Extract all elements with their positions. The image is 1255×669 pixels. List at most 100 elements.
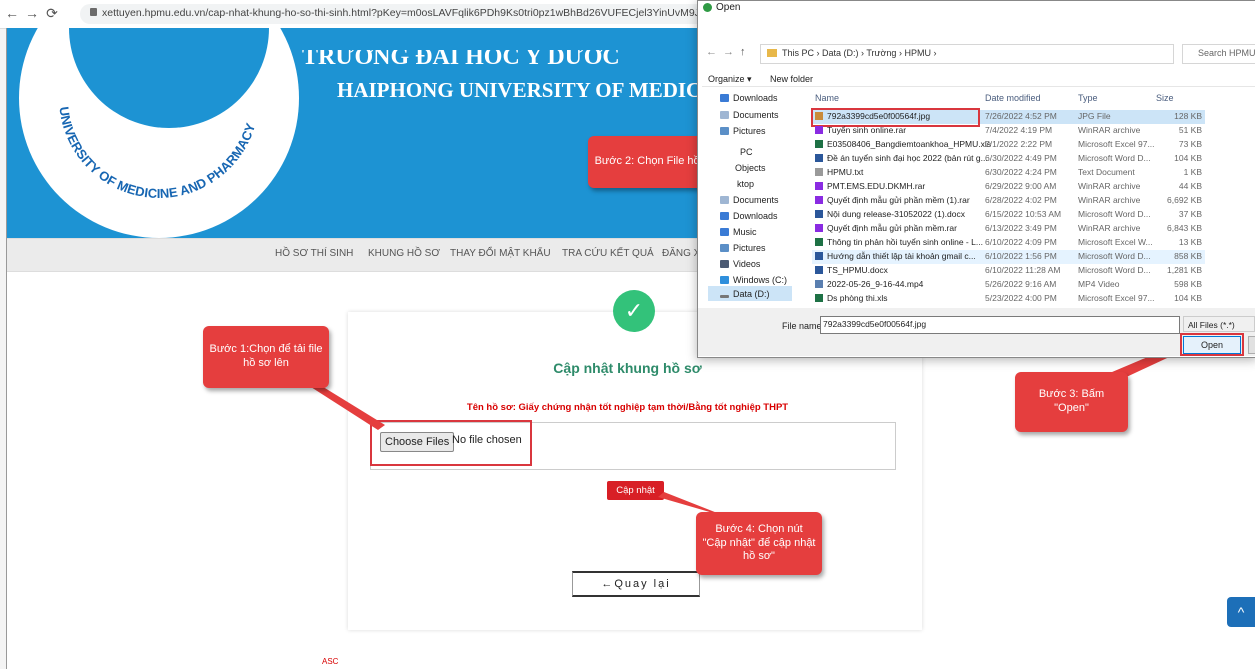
dialog-address-text: This PC › Data (D:) › Trường › HPMU › [782,48,937,58]
file-date: 6/10/2022 11:28 AM [985,265,1061,275]
sidebar-desktop[interactable]: ktop [737,179,754,189]
file-type-icon [815,112,823,120]
file-date: 6/10/2022 1:56 PM [985,251,1057,261]
dialog-title: Open [716,2,741,13]
sidebar-downloads[interactable]: Downloads [720,93,778,103]
file-date: 7/26/2022 4:52 PM [985,111,1057,121]
file-name: Hướng dẫn thiết lập tài khoản gmail c... [815,251,976,261]
file-row[interactable]: TS_HPMU.docx 6/10/2022 11:28 AM Microsoft … [812,264,1204,277]
file-row[interactable]: HPMU.txt 6/30/2022 4:24 PM Text Document 1 … [812,166,1204,179]
file-type: Text Document [1078,167,1135,177]
file-name: TS_HPMU.docx [815,265,888,275]
file-date: 6/30/2022 4:49 PM [985,153,1057,163]
file-type-select[interactable]: All Files (*.*) [1183,316,1255,332]
file-name: Đề án tuyển sinh đại học 2022 (bản rút g… [815,153,988,163]
picture-icon [720,127,729,135]
chrome-icon [703,3,712,12]
file-type: WinRAR archive [1078,125,1141,135]
dialog-divider [702,86,1255,87]
file-name-text: Ds phòng thi.xls [827,293,888,303]
sidebar-music[interactable]: Music [720,227,757,237]
sidebar-3d-objects[interactable]: Objects [735,163,766,173]
file-name-text: 2022-05-26_9-16-44.mp4 [827,279,924,289]
file-type-icon [815,294,823,302]
drive-icon [720,276,729,284]
file-date: 6/30/2022 4:24 PM [985,167,1057,177]
sidebar-documents-2[interactable]: Documents [720,195,779,205]
new-folder-button[interactable]: New folder [770,74,813,84]
file-row[interactable]: Nội dung release-31052022 (1).docx 6/15/2… [812,208,1204,221]
sidebar-data-d[interactable]: Data (D:) [720,289,770,299]
column-size[interactable]: Size [1156,93,1174,103]
file-row[interactable]: Quyết định mẫu gửi phần mềm.rar 6/13/2022… [812,222,1204,235]
file-name: Quyết định mẫu gửi phần mềm.rar [815,223,957,233]
file-size: 6,843 KB [1167,223,1202,233]
file-size: 37 KB [1178,209,1202,219]
file-size: 104 KB [1174,293,1202,303]
file-size: 44 KB [1178,181,1202,191]
sidebar-windows-c[interactable]: Windows (C:) [720,275,787,285]
file-name-value: 792a3399cd5e0f00564f.jpg [823,319,927,329]
sidebar-label: Downloads [733,211,778,221]
sidebar-documents[interactable]: Documents [720,110,779,120]
download-icon [720,212,729,220]
file-date: 5/23/2022 4:00 PM [985,293,1057,303]
file-row[interactable]: Quyết định mẫu gửi phần mềm (1).rar 6/28/… [812,194,1204,207]
file-type: Microsoft Excel 97... [1078,293,1155,303]
file-type: WinRAR archive [1078,223,1141,233]
sidebar-label: Music [733,227,757,237]
file-date: 7/1/2022 2:22 PM [985,139,1053,149]
file-row[interactable]: Tuyển sinh online.rar 7/4/2022 4:19 PM Win… [812,124,1204,137]
sidebar-this-pc[interactable]: PC [740,147,753,157]
file-row[interactable]: Đề án tuyển sinh đại học 2022 (bản rút g… [812,152,1204,165]
file-type-icon [815,252,823,260]
column-date[interactable]: Date modified [985,93,1041,103]
file-row[interactable]: E03508406_Bangdiemtoankhoa_HPMU.xls 7/1/2… [812,138,1204,151]
file-name: PMT.EMS.EDU.DKMH.rar [815,181,925,191]
file-type-icon [815,126,823,134]
file-name-text: HPMU.txt [827,167,864,177]
dialog-back-icon[interactable]: ← [706,46,717,58]
column-type[interactable]: Type [1078,93,1098,103]
dialog-forward-icon[interactable]: → [723,46,734,58]
sidebar-videos[interactable]: Videos [720,259,760,269]
file-row[interactable]: 792a3399cd5e0f00564f.jpg 7/26/2022 4:52 P… [812,110,1204,123]
file-size: 1,281 KB [1167,265,1202,275]
callout-step3: Bước 3: Bấm "Open" [1015,372,1128,432]
file-type: MP4 Video [1078,279,1120,289]
file-size: 73 KB [1178,139,1202,149]
file-row[interactable]: 2022-05-26_9-16-44.mp4 5/26/2022 9:16 AM M… [812,278,1204,291]
file-date: 6/10/2022 4:09 PM [985,237,1057,247]
document-icon [720,111,729,119]
file-row[interactable]: Hướng dẫn thiết lập tài khoản gmail c...… [812,250,1204,263]
file-name-text: Đề án tuyển sinh đại học 2022 (bản rút g… [827,153,988,163]
file-size: 13 KB [1178,237,1202,247]
file-type-icon [815,224,823,232]
file-row[interactable]: PMT.EMS.EDU.DKMH.rar 6/29/2022 9:00 AM Win… [812,180,1204,193]
file-type: Microsoft Word D... [1078,265,1151,275]
callout-step1: Bước 1:Chọn để tải file hồ sơ lên [203,326,329,388]
sidebar-pictures[interactable]: Pictures [720,126,766,136]
column-name[interactable]: Name [815,93,839,103]
file-type-icon [815,210,823,218]
drive-icon [720,295,729,298]
dialog-up-icon[interactable]: ↑ [740,46,746,58]
file-type: Microsoft Word D... [1078,251,1151,261]
sidebar-label: Pictures [733,243,766,253]
file-date: 6/28/2022 4:02 PM [985,195,1057,205]
file-row[interactable]: Thông tin phản hồi tuyển sinh online - L… [812,236,1204,249]
picture-icon [720,244,729,252]
file-type-icon [815,140,823,148]
organize-menu[interactable]: Organize ▾ [708,74,752,85]
cancel-button[interactable] [1248,336,1255,354]
file-date: 5/26/2022 9:16 AM [985,279,1057,289]
sidebar-downloads-2[interactable]: Downloads [720,211,778,221]
sidebar-label: Windows (C:) [733,275,788,285]
file-name: 792a3399cd5e0f00564f.jpg [815,111,930,121]
sidebar-pictures-2[interactable]: Pictures [720,243,766,253]
file-name: 2022-05-26_9-16-44.mp4 [815,279,923,289]
file-type-icon [815,168,823,176]
video-icon [720,260,729,268]
file-row[interactable]: Ds phòng thi.xls 5/23/2022 4:00 PM Microso… [812,292,1204,305]
file-name-text: E03508406_Bangdiemtoankhoa_HPMU.xls [827,139,991,149]
